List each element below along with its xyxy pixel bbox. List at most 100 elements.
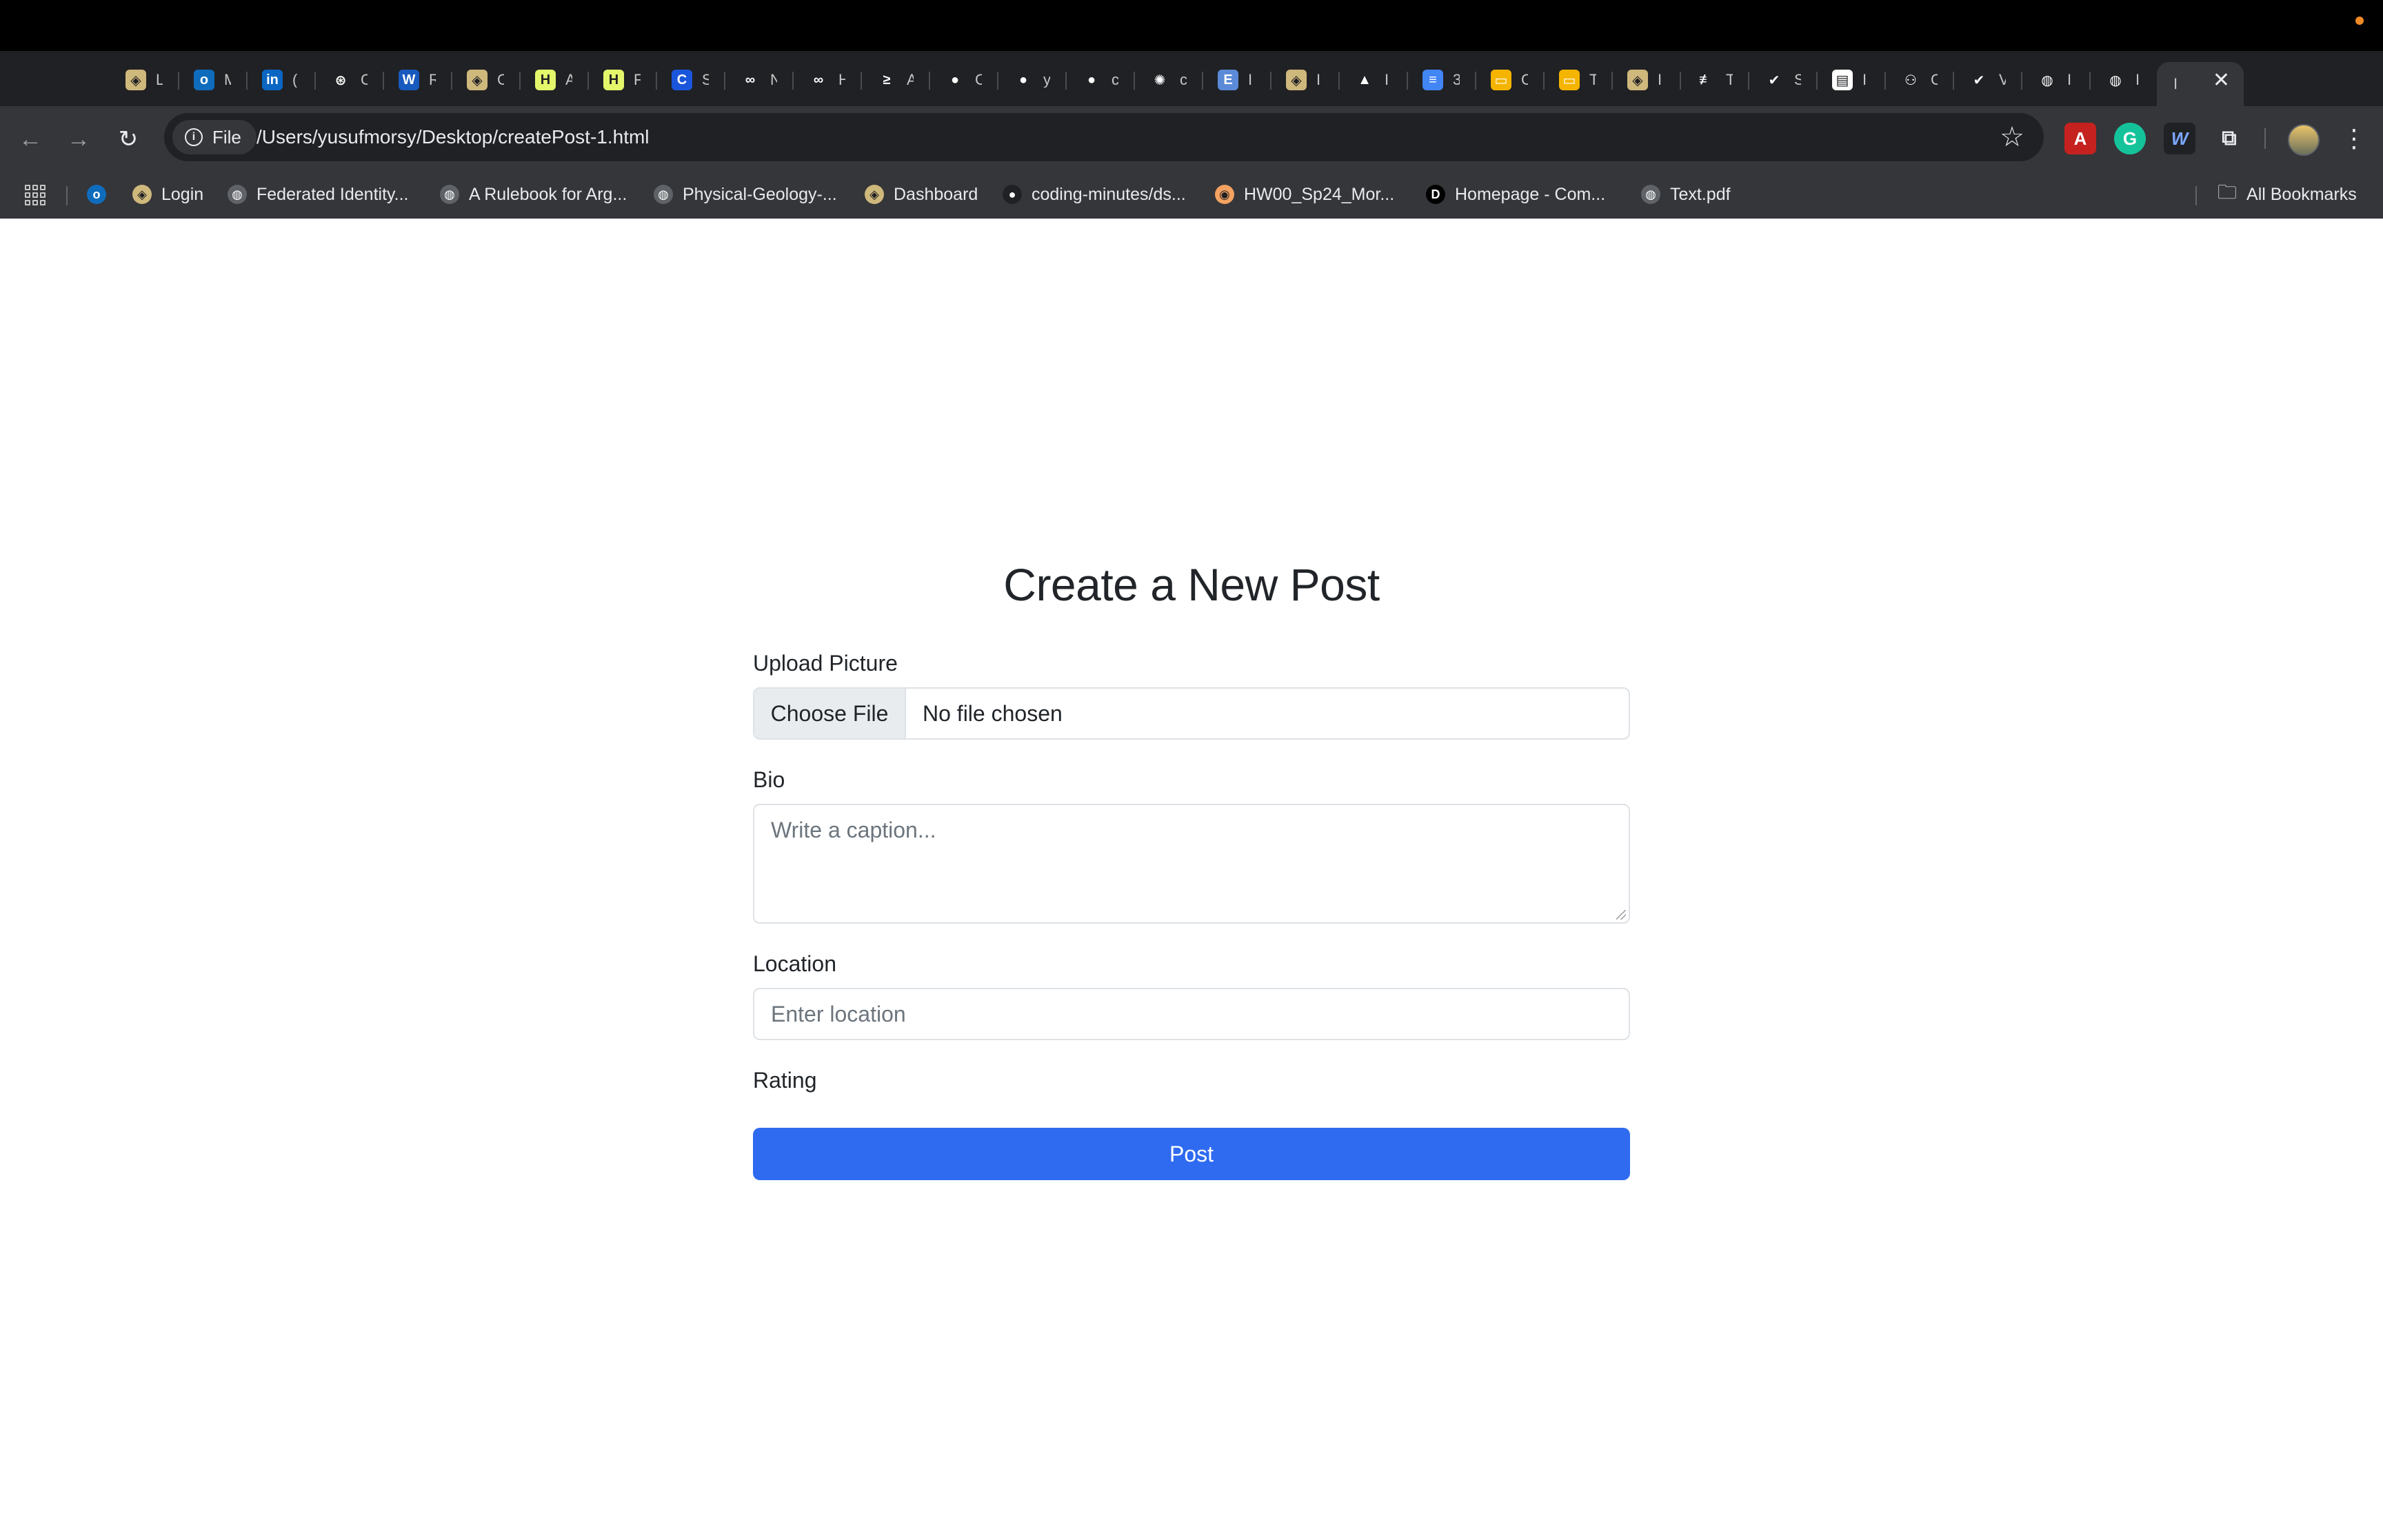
browser-tab[interactable]: ▭ C xyxy=(1480,62,1539,98)
close-icon[interactable]: ✕ xyxy=(2213,70,2230,91)
doc-icon: E xyxy=(1218,70,1238,90)
browser-tab[interactable]: ≡ 3 xyxy=(1411,62,1471,98)
bookmark-item[interactable]: ◍ A Rulebook for Arg... xyxy=(440,181,627,208)
site-info-label: File xyxy=(212,127,241,148)
bookmark-item[interactable]: D Homepage - Com... xyxy=(1426,181,1605,208)
tab-title: V xyxy=(1999,72,2006,88)
github-icon: ● xyxy=(1003,185,1022,204)
back-icon[interactable]: ← xyxy=(15,124,46,154)
browser-tab[interactable]: ◈ C xyxy=(456,62,515,98)
browser-tab[interactable]: ▲ I xyxy=(1343,62,1402,98)
browser-tab[interactable]: ◈ I xyxy=(1275,62,1334,98)
browser-tab[interactable]: HF xyxy=(592,62,652,98)
tab-title: S xyxy=(702,72,709,88)
browser-tab[interactable]: HA xyxy=(524,62,583,98)
post-button[interactable]: Post xyxy=(753,1128,1630,1180)
browser-tab[interactable]: ≥ A xyxy=(865,62,925,98)
browser-tab[interactable]: WR xyxy=(388,62,447,98)
browser-tab[interactable]: ∞ N xyxy=(729,62,788,98)
copilot-icon: ✔ xyxy=(1764,70,1784,90)
browser-tab[interactable]: ⊛ C xyxy=(319,62,379,98)
bio-textarea[interactable]: Write a caption... xyxy=(753,804,1630,924)
system-top-bar xyxy=(0,0,2383,51)
browser-tab[interactable]: oM xyxy=(183,62,242,98)
choose-file-button[interactable]: Choose File xyxy=(754,689,906,738)
gradescope-icon: ◉ xyxy=(1215,185,1234,204)
tab-title: C xyxy=(1521,72,1528,88)
browser-tab[interactable]: ✔ S xyxy=(1753,62,1812,98)
grammarly-extension-icon[interactable]: G xyxy=(2114,123,2146,154)
resize-handle-icon[interactable] xyxy=(1616,910,1626,920)
picture-file-input[interactable]: Choose File No file chosen xyxy=(753,687,1630,740)
browser-tab[interactable]: ✔ V xyxy=(1958,62,2017,98)
tab-divider xyxy=(929,72,930,90)
tab-divider xyxy=(1953,72,1954,90)
browser-menu-icon[interactable]: ⋮ xyxy=(2342,123,2366,154)
bookmark-label: coding-minutes/ds... xyxy=(1032,184,1186,204)
d2l-icon: D xyxy=(1426,185,1445,204)
browser-tab[interactable]: CS xyxy=(661,62,720,98)
browser-tab[interactable]: ● C xyxy=(934,62,993,98)
tab-title: C xyxy=(497,72,504,88)
bookmark-item[interactable]: ● coding-minutes/ds... xyxy=(1003,181,1186,208)
writer-extension-icon[interactable]: W xyxy=(2164,123,2195,154)
bookmark-item[interactable]: o xyxy=(87,181,116,208)
tab-title: C xyxy=(1931,72,1938,88)
notion-icon: ▤ xyxy=(1832,70,1853,90)
bookmark-item[interactable]: ◍ Text.pdf xyxy=(1641,181,1731,208)
browser-tab[interactable]: EI xyxy=(1207,62,1266,98)
forward-icon[interactable]: → xyxy=(63,124,94,154)
hint-icon: H xyxy=(603,70,624,90)
browser-tab[interactable]: ● y xyxy=(1002,62,1061,98)
apps-grid-icon[interactable] xyxy=(25,185,46,205)
browser-tab[interactable]: ▭ T xyxy=(1548,62,1607,98)
browser-tab[interactable]: ∞ H xyxy=(797,62,856,98)
reload-icon[interactable]: ↻ xyxy=(113,124,143,154)
tab-divider xyxy=(1202,72,1203,90)
browser-tab[interactable]: ◈ L xyxy=(114,62,174,98)
github-icon: ● xyxy=(945,70,965,90)
profile-avatar[interactable] xyxy=(2288,124,2320,156)
tab-divider xyxy=(451,72,452,90)
active-browser-tab[interactable]: I ✕ xyxy=(2157,62,2244,106)
all-bookmarks-folder[interactable]: 🗀 All Bookmarks xyxy=(2218,181,2357,208)
stripe-icon: ≢ xyxy=(1696,70,1716,90)
upload-picture-label: Upload Picture xyxy=(753,651,898,676)
browser-tab[interactable]: ▤ I xyxy=(1821,62,1880,98)
tab-title: I xyxy=(1385,72,1389,88)
extensions-puzzle-icon[interactable]: ⧉ xyxy=(2213,123,2245,154)
tab-title: 3 xyxy=(1453,72,1460,88)
bookmark-item[interactable]: ◈ Login xyxy=(132,181,203,208)
url-text[interactable]: /Users/yusufmorsy/Desktop/createPost-1.h… xyxy=(257,113,650,161)
location-input[interactable]: Enter location xyxy=(753,988,1630,1040)
bookmark-item[interactable]: ◍ Physical-Geology-... xyxy=(654,181,837,208)
tab-title: y xyxy=(1043,72,1050,88)
tab-title: A xyxy=(565,72,572,88)
bookmark-item[interactable]: ◉ HW00_Sp24_Mor... xyxy=(1215,181,1394,208)
browser-tab[interactable]: ✺ c xyxy=(1138,62,1198,98)
tab-divider xyxy=(1407,72,1408,90)
outlook-icon: o xyxy=(194,70,214,90)
tab-title: H xyxy=(838,72,845,88)
browser-tab[interactable]: in ( xyxy=(251,62,310,98)
browser-tab[interactable]: ◍ I xyxy=(2094,62,2153,98)
site-info-chip[interactable]: i File xyxy=(172,120,257,154)
address-bar[interactable]: i File /Users/yusufmorsy/Desktop/createP… xyxy=(164,113,2044,161)
bookmarks-bar: 🗀 All Bookmarks o ◈ Login ◍ Federated Identi… xyxy=(0,171,2383,219)
tab-divider xyxy=(792,72,794,90)
bookmark-item[interactable]: ◈ Dashboard xyxy=(865,181,978,208)
browser-tab[interactable]: ● c xyxy=(1070,62,1129,98)
acrobat-extension-icon[interactable]: A xyxy=(2064,123,2096,154)
bookmark-label: Physical-Geology-... xyxy=(683,184,837,204)
page-title: Create a New Post xyxy=(1003,559,1380,610)
browser-tab[interactable]: ◈ I xyxy=(1616,62,1676,98)
bookmark-item[interactable]: ◍ Federated Identity... xyxy=(228,181,409,208)
browser-tab[interactable]: ≢ T xyxy=(1685,62,1744,98)
bookmark-star-icon[interactable]: ☆ xyxy=(2000,119,2024,156)
bookmark-label: Homepage - Com... xyxy=(1455,184,1606,204)
recording-indicator-icon xyxy=(2355,17,2364,25)
browser-tab[interactable]: ◍ I xyxy=(2026,62,2085,98)
cu-icon: ◈ xyxy=(1627,70,1648,90)
browser-tab[interactable]: ⚇ C xyxy=(1889,62,1949,98)
tab-divider xyxy=(519,72,521,90)
